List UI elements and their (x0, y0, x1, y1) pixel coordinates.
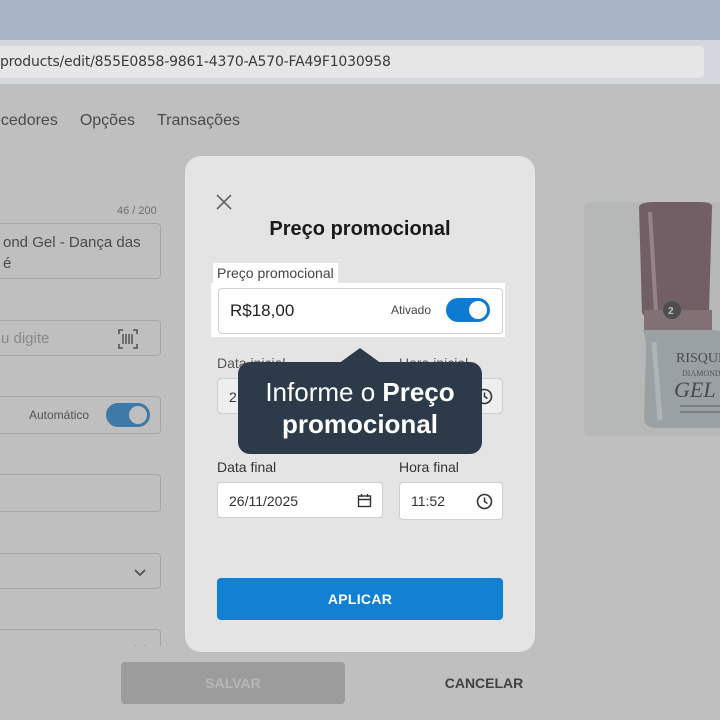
promo-price-label: Preço promocional (213, 263, 338, 283)
end-date-label: Data final (217, 459, 277, 475)
modal-title: Preço promocional (269, 218, 451, 240)
promo-toggle-label: Ativado (391, 303, 432, 317)
end-time-label: Hora final (399, 459, 459, 475)
end-time-input[interactable]: 11:52 (399, 482, 503, 520)
tooltip-bold-1: Preço (382, 377, 455, 407)
promo-toggle[interactable] (446, 298, 490, 322)
apply-button[interactable]: APLICAR (217, 578, 503, 620)
close-icon[interactable] (215, 193, 233, 211)
tooltip-bold-2: promocional (281, 409, 438, 439)
url-field[interactable]: products/edit/855E0858-9861-4370-A570-FA… (0, 46, 704, 78)
tutorial-tooltip: Informe o Preço promocional (238, 362, 482, 454)
browser-top-bar (0, 0, 720, 40)
tooltip-text: Informe o (265, 377, 383, 407)
end-time-value: 11:52 (411, 493, 445, 509)
end-date-input[interactable]: 26/11/2025 (217, 482, 383, 518)
promo-price-value[interactable]: R$18,00 (230, 301, 294, 321)
end-date-value: 26/11/2025 (229, 493, 299, 509)
start-date-value: 2 (229, 389, 237, 405)
clock-icon (476, 493, 493, 510)
address-bar: products/edit/855E0858-9861-4370-A570-FA… (0, 40, 720, 84)
calendar-icon[interactable] (357, 493, 372, 508)
url-text: products/edit/855E0858-9861-4370-A570-FA… (0, 54, 391, 70)
